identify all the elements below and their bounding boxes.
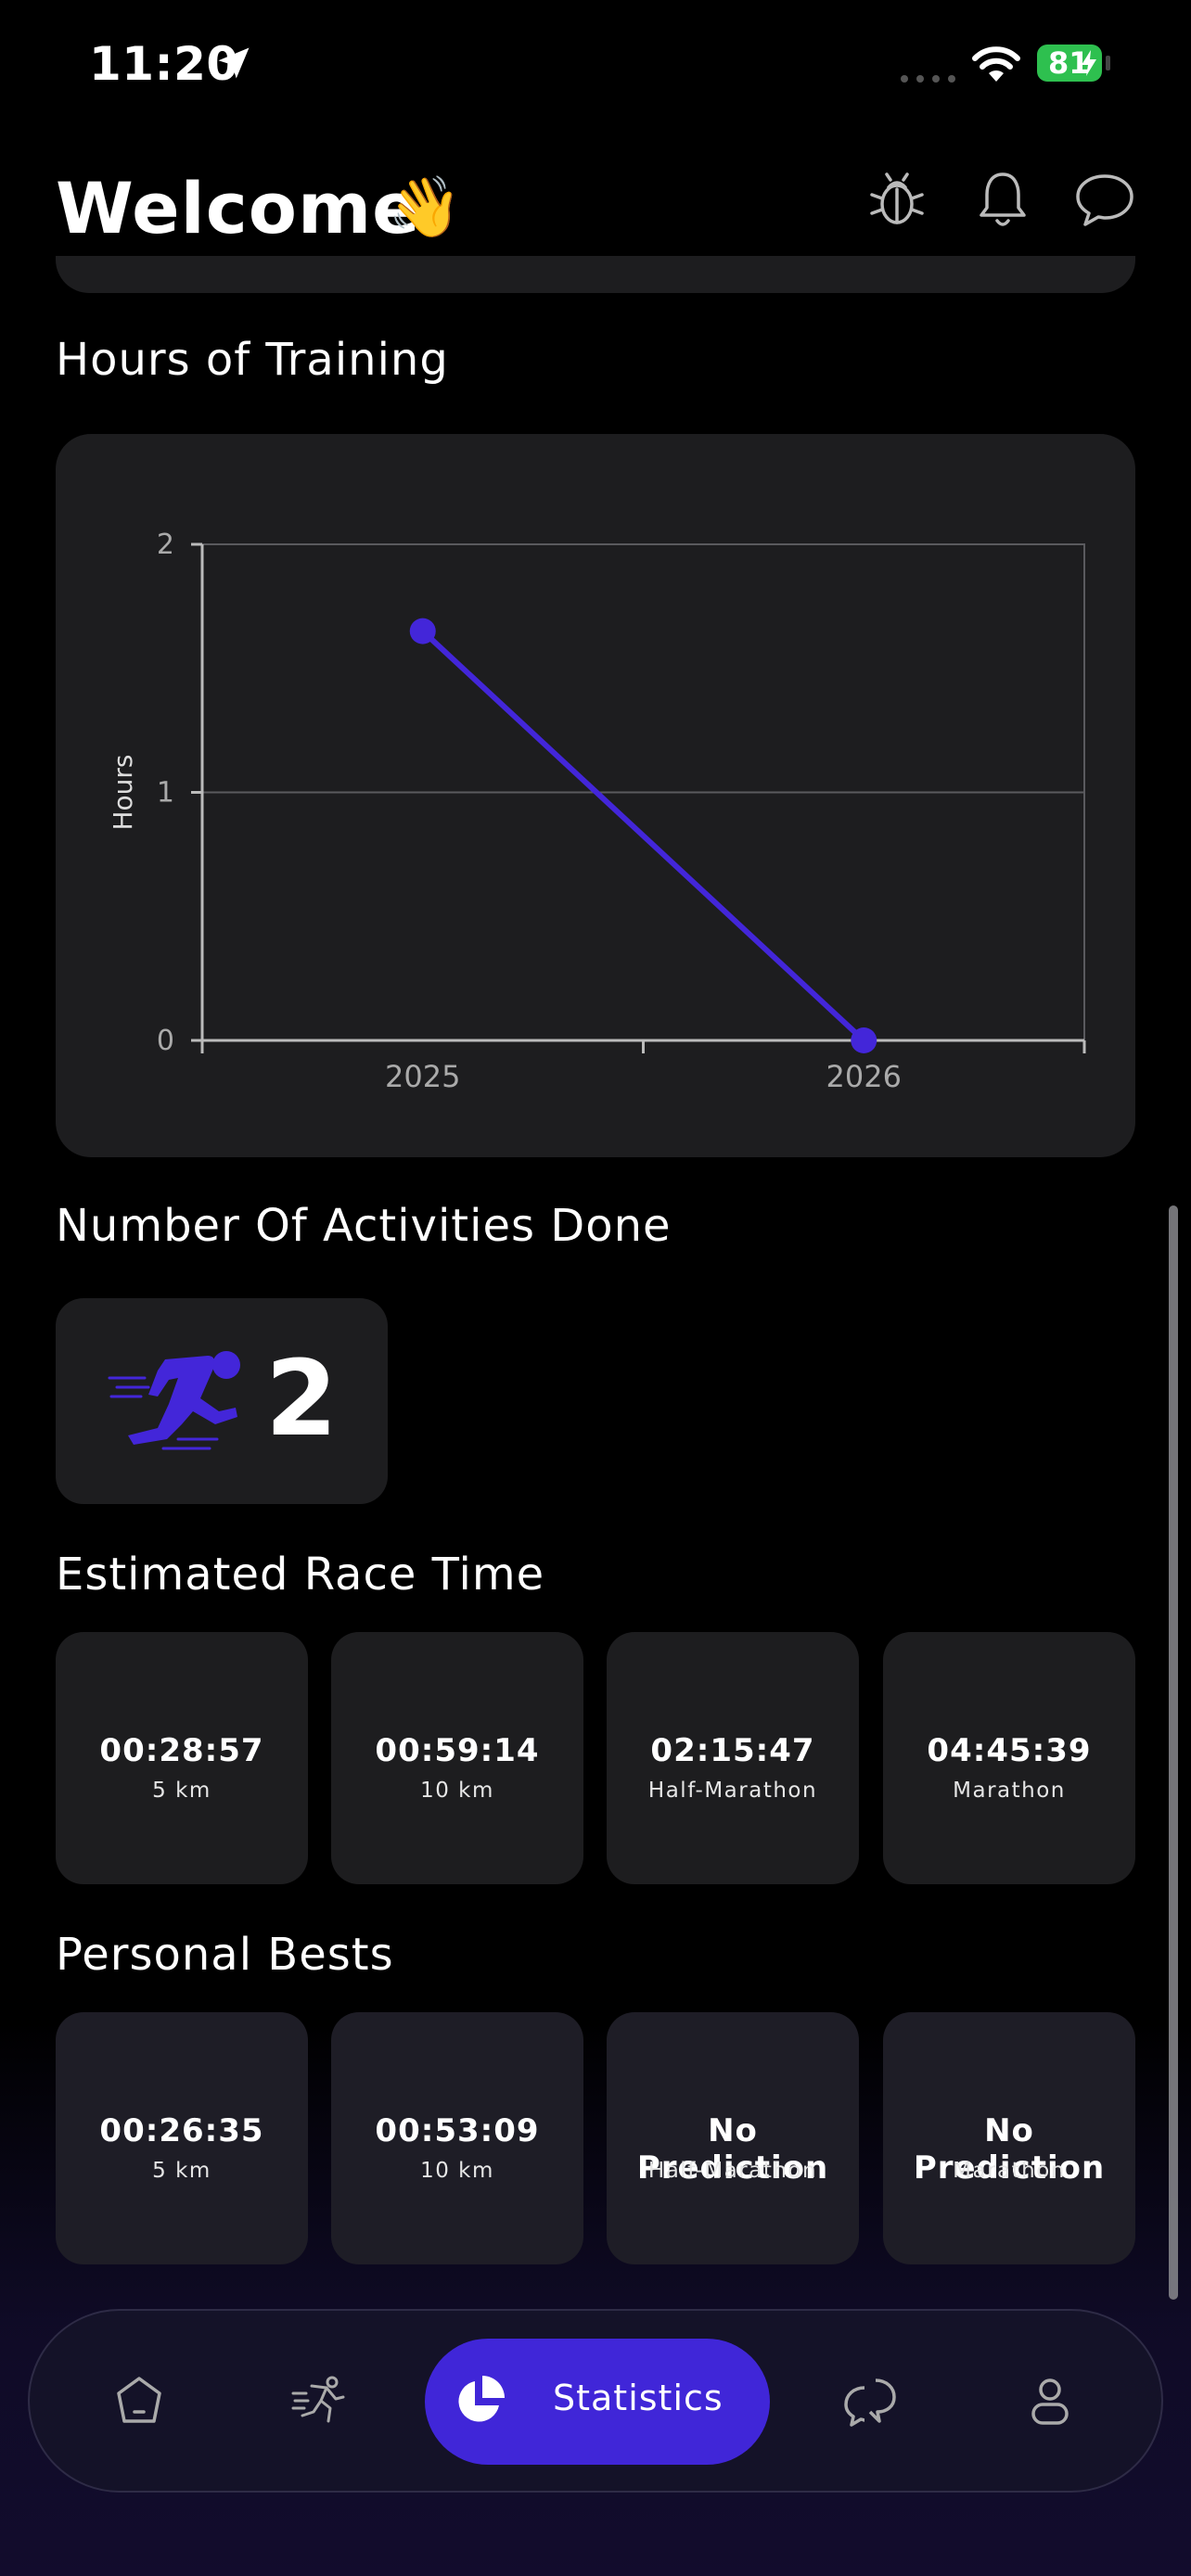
race-distance-label: 10 km xyxy=(420,1779,494,1803)
y-tick-label: 2 xyxy=(157,529,174,561)
running-icon xyxy=(291,2376,345,2423)
hours-chart-card: 0 1 2 2025 2026 Hours xyxy=(56,434,1135,1157)
personal-bests-title: Personal Bests xyxy=(56,1929,394,1981)
nav-chat[interactable] xyxy=(814,2311,926,2491)
y-tick-label: 1 xyxy=(157,777,174,810)
battery-indicator: 81 xyxy=(1037,45,1102,82)
nav-statistics[interactable]: Statistics xyxy=(425,2339,770,2465)
race-time-tile-half-marathon[interactable]: 02:15:47 Half-Marathon xyxy=(607,1632,859,1884)
activities-title: Number Of Activities Done xyxy=(56,1200,672,1252)
chat-bubble-icon[interactable] xyxy=(1072,167,1137,232)
hours-line-chart: 0 1 2 2025 2026 Hours xyxy=(108,529,1086,1094)
nav-activities[interactable] xyxy=(263,2311,375,2491)
race-distance-label: Marathon xyxy=(953,1779,1066,1803)
running-icon xyxy=(108,1351,240,1450)
scrollbar[interactable] xyxy=(1169,1205,1178,2300)
nav-home[interactable] xyxy=(83,2311,195,2491)
race-time-value: 02:15:47 xyxy=(650,1732,815,1769)
hours-of-training-title: Hours of Training xyxy=(56,334,449,386)
cellular-signal-icon xyxy=(901,75,955,83)
battery-tip xyxy=(1106,56,1110,70)
personal-best-tile-10k[interactable]: 00:53:09 10 km xyxy=(331,2012,583,2264)
race-distance-label: 5 km xyxy=(152,2159,211,2183)
personal-best-tile-5k[interactable]: 00:26:35 5 km xyxy=(56,2012,308,2264)
estimated-race-time-title: Estimated Race Time xyxy=(56,1549,545,1600)
personal-best-tile-half-marathon[interactable]: No Prediction Half-Marathon xyxy=(607,2012,859,2264)
bell-icon[interactable] xyxy=(970,167,1035,232)
charging-bolt-icon xyxy=(1082,50,1096,76)
location-arrow-icon xyxy=(218,47,250,79)
nav-profile[interactable] xyxy=(994,2311,1106,2491)
y-tick-label: 0 xyxy=(157,1025,174,1057)
race-time-value: 00:59:14 xyxy=(375,1732,540,1769)
wifi-icon xyxy=(972,46,1020,82)
previous-card-edge xyxy=(56,256,1135,293)
bug-icon[interactable] xyxy=(864,167,929,232)
nav-statistics-label: Statistics xyxy=(553,2378,724,2418)
race-distance-label: 10 km xyxy=(420,2159,494,2183)
series-line xyxy=(420,629,866,1043)
race-time-value: 00:28:57 xyxy=(99,1732,264,1769)
bottom-navigation: Statistics xyxy=(28,2309,1163,2493)
personal-best-value: 00:53:09 xyxy=(375,2112,540,2149)
profile-icon xyxy=(1031,2378,1069,2425)
race-distance-label: Half-Marathon xyxy=(647,1779,818,1803)
data-point xyxy=(409,618,436,644)
race-distance-label: Marathon xyxy=(953,2159,1066,2183)
activities-count: 2 xyxy=(265,1339,338,1460)
race-time-tile-10k[interactable]: 00:59:14 10 km xyxy=(331,1632,583,1884)
waving-hand-emoji: 👋 xyxy=(388,173,462,242)
data-point xyxy=(851,1027,877,1053)
y-axis-label: Hours xyxy=(108,754,138,830)
x-tick-label: 2025 xyxy=(385,1059,460,1094)
home-icon xyxy=(117,2377,161,2423)
chat-icon xyxy=(844,2378,896,2427)
activities-card: 2 xyxy=(56,1298,388,1504)
estimated-race-times-grid: 00:28:57 5 km 00:59:14 10 km 02:15:47 Ha… xyxy=(56,1632,1135,1884)
personal-bests-grid: 00:26:35 5 km 00:53:09 10 km No Predicti… xyxy=(56,2012,1135,2264)
race-distance-label: Half-Marathon xyxy=(647,2159,818,2183)
race-time-value: 04:45:39 xyxy=(927,1732,1092,1769)
page-title: Welcome xyxy=(56,167,421,249)
race-time-tile-marathon[interactable]: 04:45:39 Marathon xyxy=(883,1632,1135,1884)
x-tick-label: 2026 xyxy=(826,1059,902,1094)
race-distance-label: 5 km xyxy=(152,1779,211,1803)
personal-best-value: 00:26:35 xyxy=(99,2112,264,2149)
statistics-pie-icon xyxy=(458,2376,505,2422)
personal-best-tile-marathon[interactable]: No Prediction Marathon xyxy=(883,2012,1135,2264)
race-time-tile-5k[interactable]: 00:28:57 5 km xyxy=(56,1632,308,1884)
